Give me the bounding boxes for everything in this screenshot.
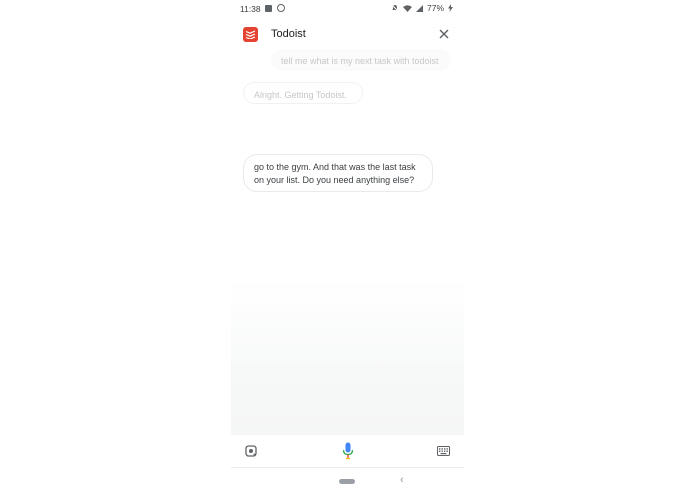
battery-percent: 77% [426,3,444,13]
user-query-bubble: tell me what is my next task with todois… [271,49,451,71]
lens-icon[interactable] [245,445,257,457]
assistant-response-bubble: go to the gym. And that was the last tas… [243,154,433,192]
assistant-screen: 11:38 77% Todoist tell me what is my nex… [231,0,464,494]
signal-icon [415,4,423,12]
app-title: Todoist [271,28,306,40]
home-button[interactable] [339,479,355,484]
back-button[interactable]: ‹ [400,474,404,486]
mic-icon[interactable] [342,442,354,460]
todoist-logo [243,27,258,42]
bottom-gradient [231,280,464,435]
keyboard-icon[interactable] [437,446,450,456]
system-nav-bar: ‹ [231,468,464,494]
alarm-icon [277,4,285,12]
close-icon[interactable] [437,27,451,41]
status-time: 11:38 [240,4,261,14]
status-bar: 11:38 77% [231,0,464,18]
notifications-off-icon [391,4,399,12]
assistant-ack-bubble: Alright. Getting Todoist. [243,82,363,104]
battery-charging-icon [448,4,453,12]
wifi-icon [402,4,412,12]
assistant-input-bar [231,435,464,468]
app-header: Todoist [231,22,464,46]
image-icon [265,4,272,12]
